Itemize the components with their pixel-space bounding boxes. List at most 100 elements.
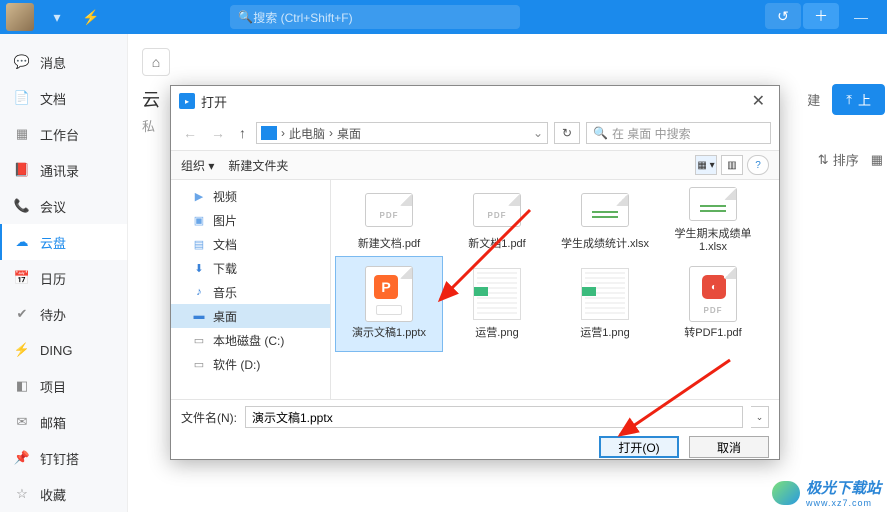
tree-label: 本地磁盘 (C:) — [213, 332, 284, 349]
sidebar-item-meeting[interactable]: 📞会议 — [0, 188, 127, 224]
file-item-selected[interactable]: P演示文稿1.pptx — [335, 256, 443, 352]
file-item[interactable]: 学生成绩统计.xlsx — [551, 184, 659, 256]
tree-label: 软件 (D:) — [213, 356, 260, 373]
upload-button[interactable]: ⤒上 — [832, 84, 885, 115]
sidebar-item-label: 日历 — [40, 269, 66, 288]
image-icon: ▣ — [191, 213, 207, 227]
sidebar-item-mail[interactable]: ✉邮箱 — [0, 404, 127, 440]
new-folder-button[interactable]: 新建文件夹 — [228, 157, 288, 174]
search-placeholder: 在 桌面 中搜索 — [612, 125, 691, 142]
tree-item-disk-c[interactable]: ▭ 本地磁盘 (C:) — [171, 328, 330, 352]
tree-label: 视频 — [213, 188, 237, 205]
file-label: 新建文档.pdf — [358, 235, 420, 251]
path-seg[interactable]: 桌面 — [337, 125, 361, 142]
sidebar-item-label: 消息 — [40, 53, 66, 72]
tree-label: 桌面 — [213, 308, 237, 325]
file-open-dialog: ▸ 打开 ✕ ← → ↑ ›此电脑 ›桌面 ⌄ ↻ 🔍 在 桌面 中搜索 组织 … — [170, 85, 780, 460]
global-search[interactable]: 🔍 搜索 (Ctrl+Shift+F) — [230, 5, 520, 29]
doc-icon: 📄 — [14, 90, 30, 106]
sidebar-item-label: 收藏 — [40, 485, 66, 504]
view-grid-icon[interactable]: ▦ — [871, 152, 883, 168]
dialog-search[interactable]: 🔍 在 桌面 中搜索 — [586, 122, 771, 144]
home-icon[interactable]: ⌂ — [142, 48, 170, 76]
preview-pane-button[interactable]: ▥ — [721, 155, 743, 175]
minimize-button[interactable]: — — [841, 3, 881, 31]
back-button[interactable]: ← — [179, 121, 201, 145]
tree-item-pictures[interactable]: ▣图片 — [171, 208, 330, 232]
disk-icon: ▭ — [191, 333, 207, 347]
new-button[interactable]: 建 — [807, 90, 820, 109]
tree-item-music[interactable]: ♪音乐 — [171, 280, 330, 304]
sidebar-item-project[interactable]: ◧项目 — [0, 368, 127, 404]
path-seg[interactable]: 此电脑 — [289, 125, 325, 142]
sort-button[interactable]: ⇅排序 — [818, 150, 859, 169]
file-item[interactable]: ◐PDF转PDF1.pdf — [659, 256, 767, 352]
sidebar-item-cloud[interactable]: ☁云盘 — [0, 224, 127, 260]
sidebar-item-label: 钉钉搭 — [40, 449, 79, 468]
disk-icon: ▭ — [191, 357, 207, 371]
tree-item-documents[interactable]: ▤文档 — [171, 232, 330, 256]
view-mode-button[interactable]: ▦ ▾ — [695, 155, 717, 175]
cancel-button[interactable]: 取消 — [689, 436, 769, 458]
sidebar-item-label: 通讯录 — [40, 161, 79, 180]
dropdown-icon[interactable]: ▾ — [40, 3, 74, 31]
view-toolbar: ⇅排序 ▦ — [818, 150, 883, 169]
sidebar: 💬消息 📄文档 ▦工作台 📕通讯录 📞会议 ☁云盘 📅日历 ✔待办 ⚡DING … — [0, 34, 128, 512]
help-button[interactable]: ? — [747, 155, 769, 175]
project-icon: ◧ — [14, 378, 30, 394]
up-button[interactable]: ↑ — [235, 121, 250, 145]
tree-item-disk-d[interactable]: ▭ 软件 (D:) — [171, 352, 330, 376]
bolt-icon: ⚡ — [14, 342, 30, 358]
add-button[interactable]: ＋ — [803, 3, 839, 29]
file-label: 演示文稿1.pptx — [352, 324, 426, 340]
chat-icon: 💬 — [14, 54, 30, 70]
file-item[interactable]: 学生期末成绩单1.xlsx — [659, 184, 767, 256]
sidebar-item-label: DING — [40, 343, 73, 358]
tree-item-videos[interactable]: ▶ 视频 — [171, 184, 330, 208]
history-button[interactable]: ↺ — [765, 3, 801, 29]
search-placeholder: 搜索 (Ctrl+Shift+F) — [253, 9, 352, 26]
title-bar: ▾ ⚡ 🔍 搜索 (Ctrl+Shift+F) ↺ ＋ — — [0, 0, 887, 34]
sidebar-item-dingda[interactable]: 📌钉钉搭 — [0, 440, 127, 476]
video-icon: ▶ — [191, 189, 207, 203]
bolt-icon[interactable]: ⚡ — [74, 3, 108, 31]
close-button[interactable]: ✕ — [746, 89, 771, 113]
open-button[interactable]: 打开(O) — [599, 436, 679, 458]
filetype-dropdown[interactable]: ⌄ — [751, 406, 769, 428]
forward-button[interactable]: → — [207, 121, 229, 145]
file-label: 运营1.png — [580, 324, 630, 340]
sidebar-item-ding[interactable]: ⚡ DING — [0, 332, 127, 368]
file-label: 转PDF1.pdf — [684, 324, 741, 340]
sidebar-item-docs[interactable]: 📄文档 — [0, 80, 127, 116]
app-icon: ▸ — [179, 93, 195, 109]
sidebar-item-workbench[interactable]: ▦工作台 — [0, 116, 127, 152]
file-label: 新文档1.pdf — [468, 235, 525, 251]
phone-icon: 📞 — [14, 198, 30, 214]
music-icon: ♪ — [191, 285, 207, 299]
calendar-icon: 📅 — [14, 270, 30, 286]
sidebar-item-favorites[interactable]: ☆收藏 — [0, 476, 127, 512]
logo-icon — [772, 481, 800, 505]
filename-input[interactable] — [245, 406, 743, 428]
sidebar-item-todo[interactable]: ✔待办 — [0, 296, 127, 332]
doc-icon: ▤ — [191, 237, 207, 251]
avatar[interactable] — [6, 3, 34, 31]
watermark: 极光下载站 www.xz7.com — [772, 477, 881, 508]
file-item[interactable]: PDF新建文档.pdf — [335, 184, 443, 256]
sidebar-item-contacts[interactable]: 📕通讯录 — [0, 152, 127, 188]
tree-item-downloads[interactable]: ⬇下载 — [171, 256, 330, 280]
folder-tree: ▶ 视频 ▣图片 ▤文档 ⬇下载 ♪音乐 ▬ 桌面 ▭ 本地磁盘 (C:) ▭ 软件 (… — [171, 180, 331, 399]
sidebar-item-messages[interactable]: 💬 消息 — [0, 44, 127, 80]
file-item[interactable]: PDF新文档1.pdf — [443, 184, 551, 256]
organize-menu[interactable]: 组织 ▾ — [181, 157, 214, 174]
sort-label: 排序 — [833, 150, 859, 169]
refresh-button[interactable]: ↻ — [554, 122, 580, 144]
download-icon: ⬇ — [191, 261, 207, 275]
file-label: 学生期末成绩单1.xlsx — [662, 225, 764, 253]
desktop-icon: ▬ — [191, 309, 207, 323]
file-item[interactable]: 运营1.png — [551, 256, 659, 352]
file-item[interactable]: 运营.png — [443, 256, 551, 352]
tree-item-desktop[interactable]: ▬ 桌面 — [171, 304, 330, 328]
address-bar[interactable]: ›此电脑 ›桌面 ⌄ — [256, 122, 548, 144]
sidebar-item-calendar[interactable]: 📅 日历 — [0, 260, 127, 296]
